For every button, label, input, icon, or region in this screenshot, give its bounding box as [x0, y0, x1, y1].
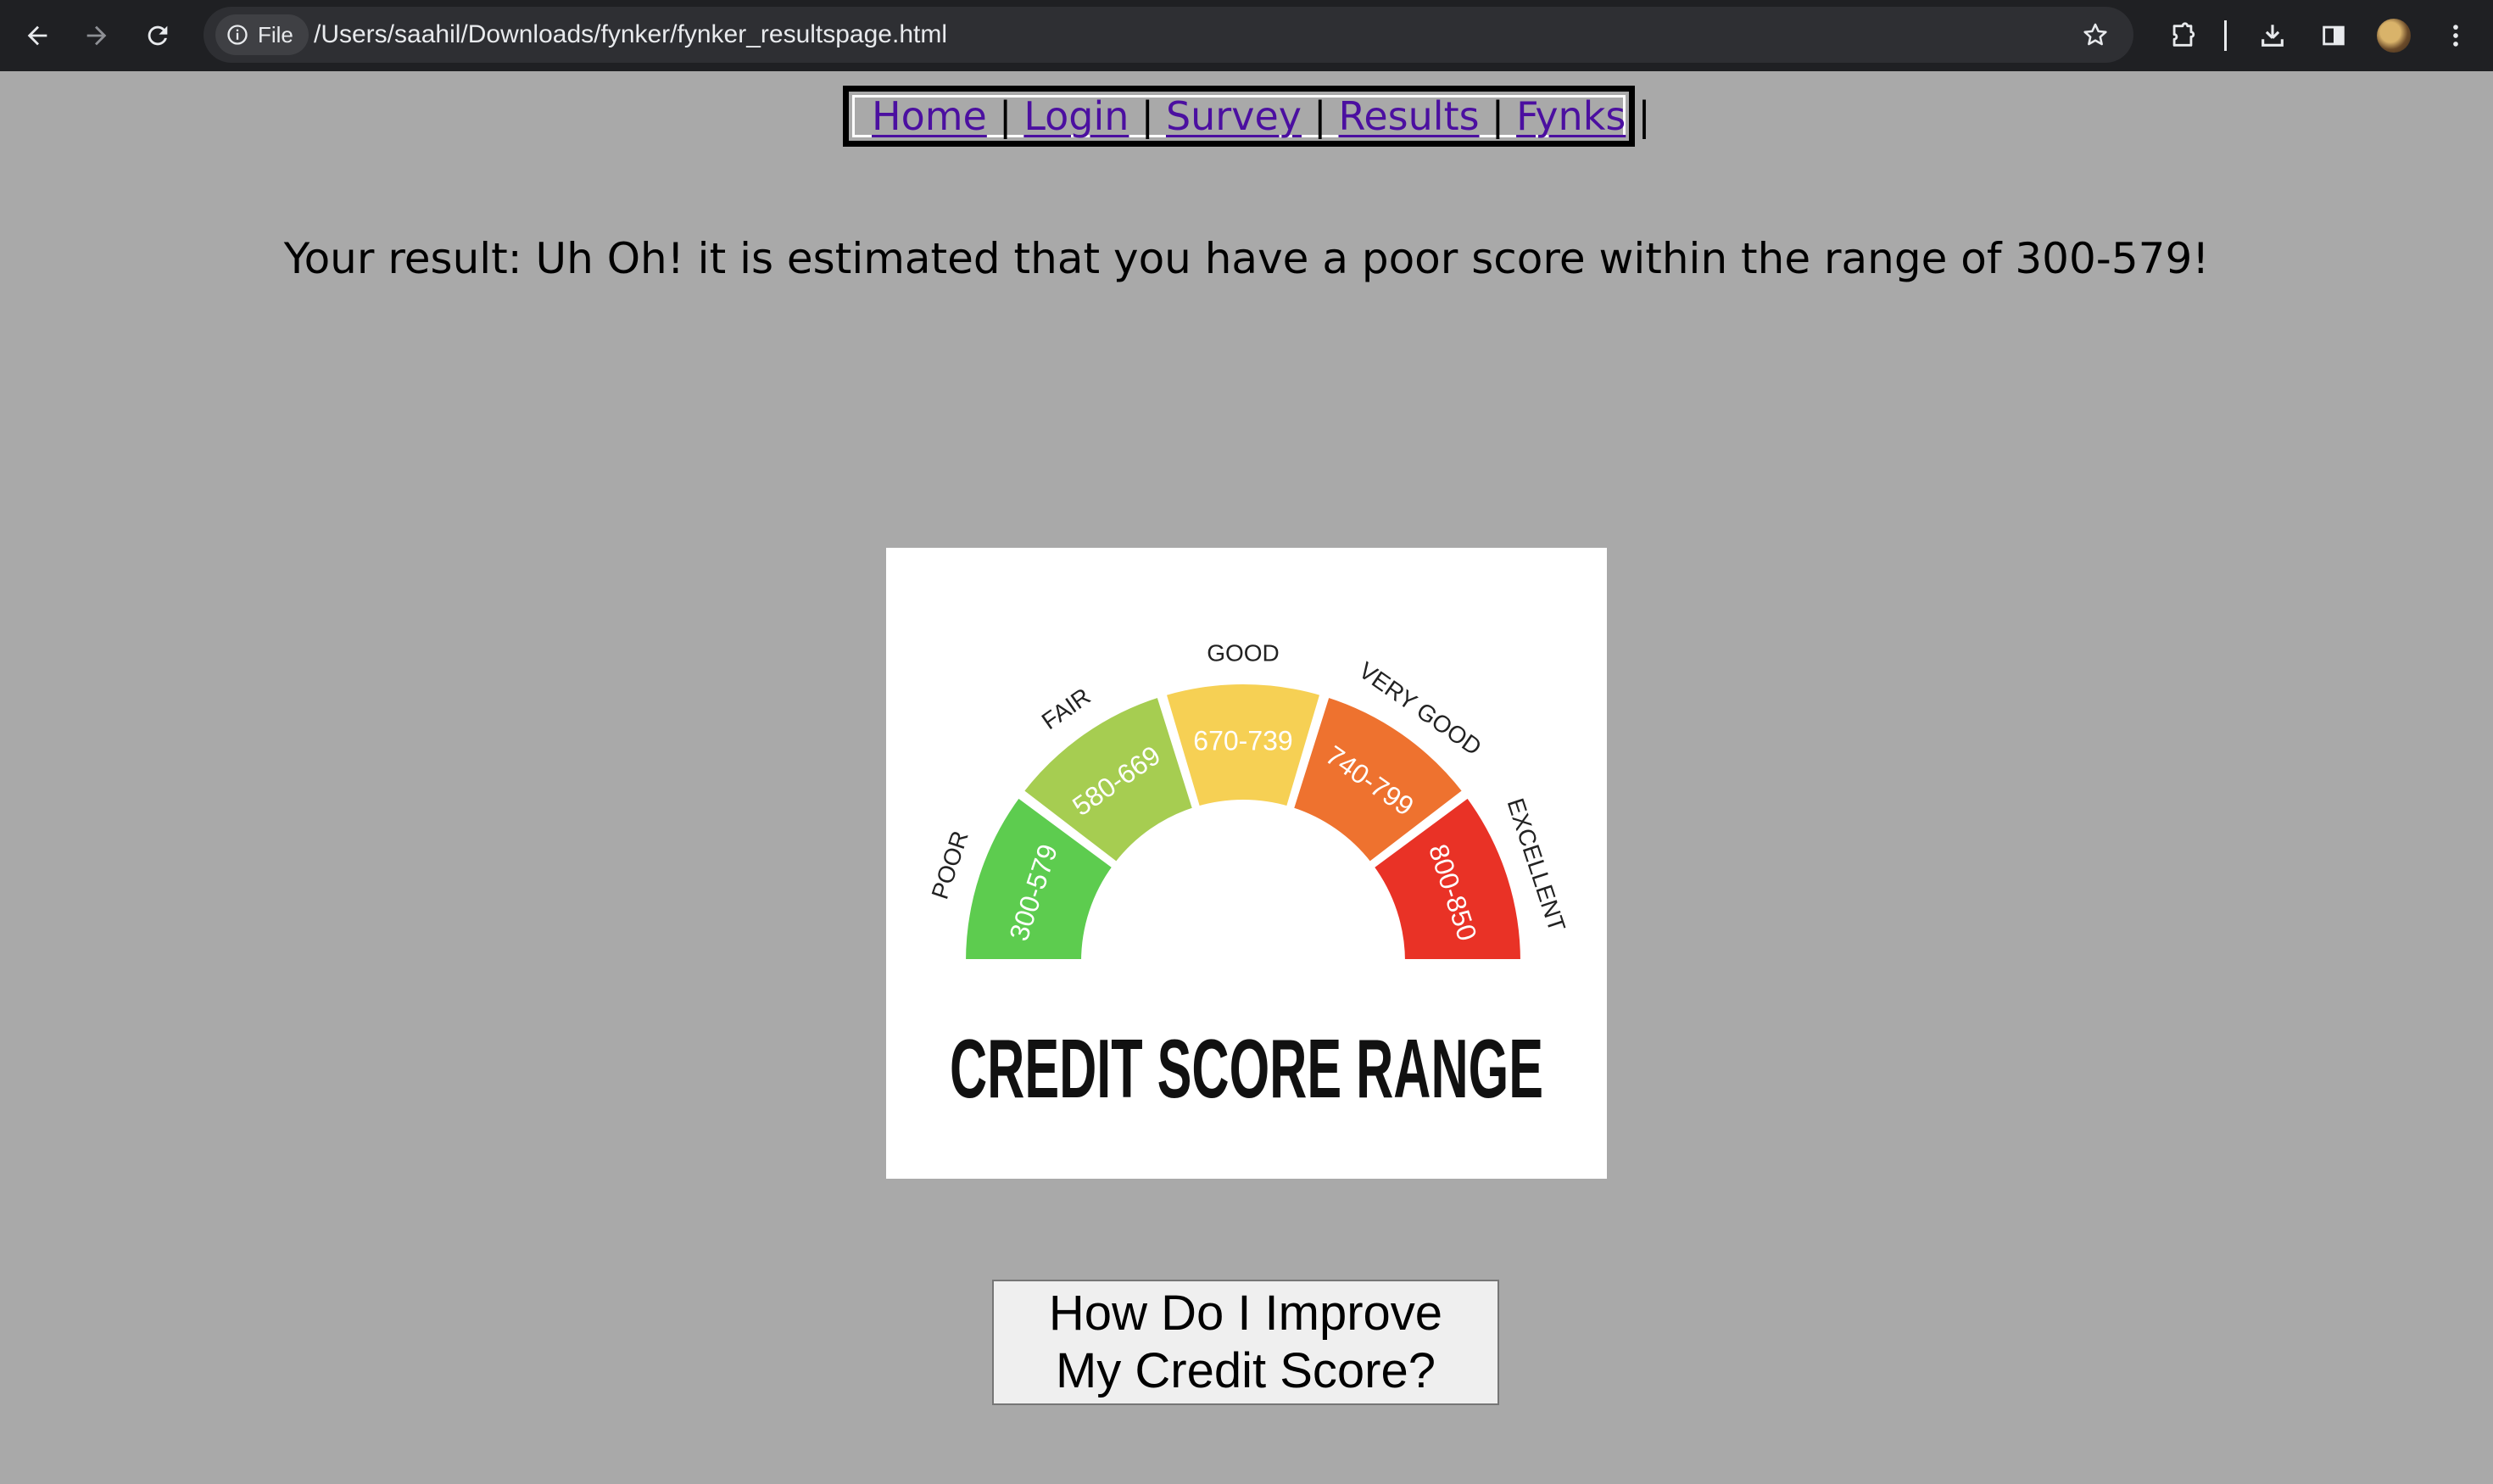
url-text: /Users/saahil/Downloads/fynker/fynker_re…: [314, 20, 947, 48]
nav-separator: |: [1637, 93, 1651, 139]
nav-link-results[interactable]: Results: [1338, 93, 1479, 139]
puzzle-icon: [2172, 22, 2195, 47]
download-icon: [2262, 25, 2284, 47]
nav-separator: |: [1491, 93, 1505, 139]
star-icon: [2083, 23, 2107, 46]
nav-separator: |: [1313, 93, 1327, 139]
nav-link-survey[interactable]: Survey: [1166, 93, 1302, 139]
result-message: Your result: Uh Oh! it is estimated that…: [283, 234, 2210, 283]
nav-link-home[interactable]: Home: [872, 93, 987, 139]
forward-arrow-icon: [86, 25, 107, 46]
menu-button[interactable]: [2432, 12, 2479, 59]
forward-button[interactable]: [73, 12, 120, 59]
address-bar[interactable]: File /Users/saahil/Downloads/fynker/fynk…: [204, 7, 2133, 63]
toolbar-divider: [2224, 20, 2227, 51]
site-info-chip[interactable]: File: [215, 14, 309, 55]
file-chip-label: File: [258, 21, 293, 47]
more-vertical-icon: [2453, 25, 2458, 47]
improve-button-line2: My Credit Score?: [1055, 1343, 1436, 1398]
back-arrow-icon: [27, 25, 47, 46]
profile-avatar[interactable]: [2377, 19, 2411, 53]
gauge-label-good: GOOD: [1207, 639, 1280, 666]
info-icon: [227, 25, 248, 45]
nav-link-login[interactable]: Login: [1023, 93, 1129, 139]
gauge-graphic: 300-579POOR580-669FAIR670-739GOOD740-799…: [927, 639, 1571, 1115]
gauge-title: CREDIT SCORE RANGE: [950, 1022, 1543, 1115]
reload-icon: [148, 25, 168, 46]
extensions-button[interactable]: [2159, 12, 2206, 59]
credit-score-gauge-image: 300-579 POOR 580-669 FAIR 670-739 GOOD 740-799…: [886, 548, 1607, 1179]
nav-link-fynks[interactable]: Fynks: [1516, 93, 1626, 139]
bookmark-button[interactable]: [2074, 14, 2117, 56]
gauge-range-good: 670-739: [1193, 725, 1292, 756]
gauge-label-poor: POOR: [927, 828, 973, 902]
nav-separator: |: [1141, 93, 1154, 139]
improve-button-line1: How Do I Improve: [1048, 1286, 1443, 1341]
back-button[interactable]: [14, 12, 61, 59]
reload-button[interactable]: [134, 12, 181, 59]
improve-credit-score-button[interactable]: How Do I Improve My Credit Score?: [992, 1280, 1499, 1405]
nav-separator: |: [998, 93, 1012, 139]
downloads-button[interactable]: [2249, 12, 2296, 59]
nav-bar: Home | Login | Survey | Results | Fynks |: [843, 86, 1651, 147]
side-panel-button[interactable]: [2310, 12, 2357, 59]
side-panel-icon: [2323, 25, 2345, 46]
nav-links: Home | Login | Survey | Results | Fynks |: [852, 93, 1651, 139]
browser-toolbar: File /Users/saahil/Downloads/fynker/fynk…: [0, 0, 2493, 71]
